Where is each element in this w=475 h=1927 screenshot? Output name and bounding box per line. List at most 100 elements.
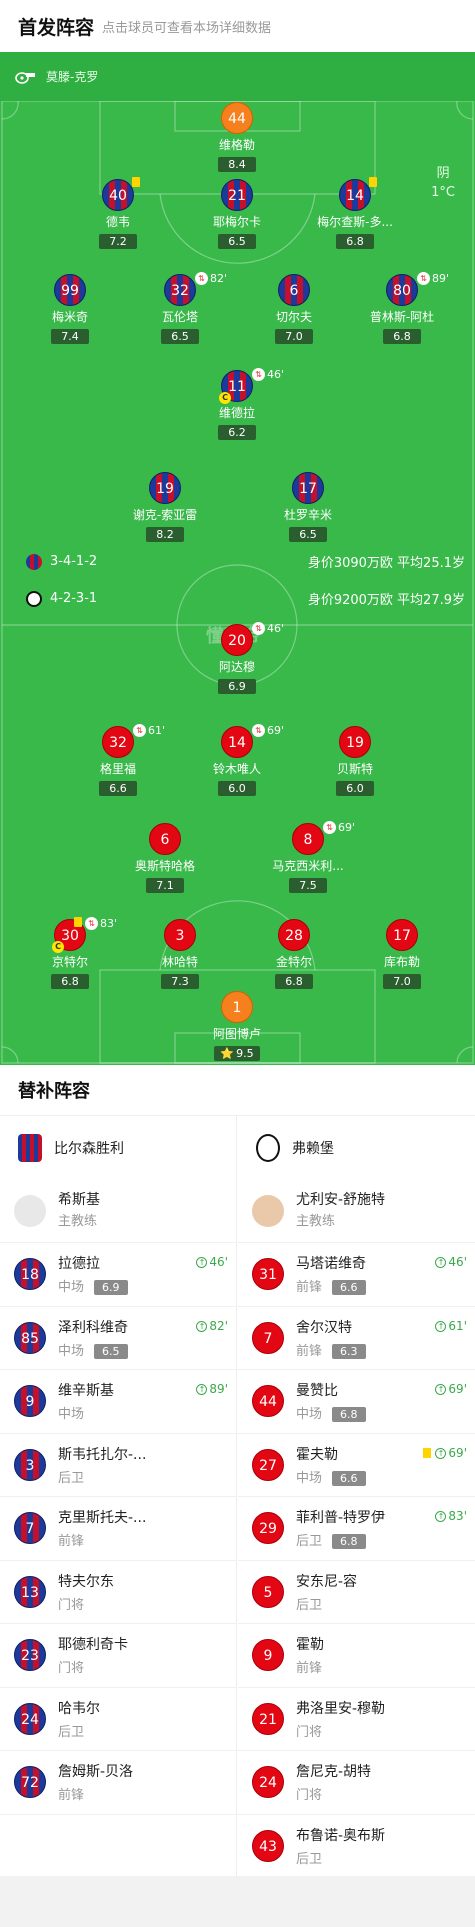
sub-player-rating: 6.9 <box>94 1280 128 1296</box>
shirt-number: 8 <box>292 823 324 855</box>
away-player[interactable]: 20 阿达穆 6.9 ⇅ 46' <box>177 622 297 694</box>
away-player[interactable]: 19 贝斯特 6.0 <box>295 726 415 796</box>
sub-player-name: 维辛斯基 <box>58 1383 114 1400</box>
shirt-number: 24 <box>14 1702 46 1735</box>
sub-out-time: 46' <box>267 622 285 635</box>
weather: 阴 1°C <box>431 164 455 202</box>
away-player[interactable]: 1 阿图博卢 ⭐ 9.5 <box>177 991 297 1061</box>
sub-player-position: 后卫 <box>58 1724 85 1740</box>
sub-player-rating: 6.5 <box>94 1343 128 1359</box>
away-sub-row[interactable]: 5 安东尼-容 后卫 <box>238 1561 475 1624</box>
away-player[interactable]: 28 金特尔 6.8 <box>234 919 354 989</box>
coach-role: 主教练 <box>58 1214 98 1229</box>
home-player[interactable]: 11 维德拉 6.2 ⇅ 46' C <box>177 368 297 440</box>
away-sub-row[interactable]: 21 弗洛里安-穆勒 门将 <box>238 1688 475 1751</box>
home-coach[interactable]: 希斯基 主教练 <box>0 1180 236 1243</box>
shirt-number: 13 <box>14 1575 46 1608</box>
player-rating: 6.5 <box>161 329 199 344</box>
home-player[interactable]: 32 瓦伦塔 6.5 ⇅ 82' <box>120 272 240 344</box>
home-sub-row[interactable]: 72 詹姆斯-贝洛 前锋 <box>0 1751 236 1815</box>
home-player[interactable]: 6 切尔夫 7.0 <box>234 274 354 344</box>
sub-player-name: 霍勒 <box>296 1637 324 1654</box>
home-sub-row[interactable]: 7 克里斯托夫-... 前锋 <box>0 1497 236 1561</box>
player-rating: 7.1 <box>146 878 184 893</box>
shirt-number: 72 <box>14 1766 46 1799</box>
player-name: 梅米奇 <box>51 310 88 324</box>
sub-player-rating: 6.6 <box>332 1470 366 1486</box>
sub-player-position: 前锋 <box>296 1343 323 1359</box>
home-sub-row[interactable]: 24 哈韦尔 后卫 <box>0 1688 236 1751</box>
shirt-number: 21 <box>221 179 253 211</box>
player-rating: 7.0 <box>383 974 421 989</box>
away-coach[interactable]: 尤利安-舒施特 主教练 <box>238 1180 475 1243</box>
sub-player-name: 耶德利奇卡 <box>58 1637 128 1654</box>
away-player[interactable]: 14 铃木唯人 6.0 ⇅ 69' <box>177 724 297 796</box>
coach-name: 尤利安-舒施特 <box>296 1192 386 1208</box>
player-name: 梅尔查斯-多... <box>317 215 393 229</box>
home-player[interactable]: 44 维格勒 8.4 <box>177 102 297 172</box>
away-player[interactable]: 3 林哈特 7.3 <box>120 919 240 989</box>
away-player[interactable]: 32 格里福 6.6 ⇅ 61' <box>58 724 178 796</box>
away-player[interactable]: 30 京特尔 6.8 ⇅ 83' C <box>10 917 130 989</box>
sub-out-icon: ⇅ <box>252 368 265 381</box>
sub-player-position: 后卫 <box>296 1851 323 1867</box>
home-player[interactable]: 99 梅米奇 7.4 <box>10 274 130 344</box>
home-sub-row[interactable]: 85 泽利科维奇 中场 6.5 ↑ 82' <box>0 1307 236 1370</box>
shirt-number: 3 <box>164 919 196 951</box>
home-team-summary: 3-4-1-2 身价3090万欧 平均25.1岁 <box>26 552 465 571</box>
player-name: 瓦伦塔 <box>161 310 198 324</box>
sub-player-name: 弗洛里安-穆勒 <box>296 1700 386 1717</box>
sub-in-time: 83' <box>448 1509 467 1523</box>
home-player[interactable]: 80 普林斯-阿杜 6.8 ⇅ 89' <box>342 272 462 344</box>
away-sub-row[interactable]: 7 舍尔汉特 前锋 6.3 ↑ 61' <box>238 1307 475 1370</box>
shirt-number: 9 <box>252 1639 284 1672</box>
away-sub-row[interactable]: 29 菲利普-特罗伊 后卫 6.8 ↑ 83' <box>238 1497 475 1561</box>
home-player[interactable]: 21 耶梅尔卡 6.5 <box>177 179 297 249</box>
sub-player-name: 克里斯托夫-... <box>58 1510 147 1527</box>
home-sub-row[interactable]: 23 耶德利奇卡 门将 <box>0 1624 236 1688</box>
home-player[interactable]: 17 杜罗辛米 6.5 <box>248 472 368 542</box>
home-sub-row[interactable]: 18 拉德拉 中场 6.9 ↑ 46' <box>0 1243 236 1307</box>
sub-player-name: 马塔诺维奇 <box>296 1256 366 1273</box>
sub-in-icon: ↑ <box>435 1447 447 1459</box>
away-player[interactable]: 17 库布勒 7.0 <box>342 919 462 989</box>
away-formation: 4-2-3-1 <box>50 591 98 606</box>
home-sub-row[interactable]: 3 斯韦托扎尔-... 后卫 <box>0 1434 236 1497</box>
sub-player-rating: 6.8 <box>332 1534 366 1550</box>
away-team-summary: 4-2-3-1 身价9200万欧 平均27.9岁 <box>26 589 465 608</box>
home-player[interactable]: 14 梅尔查斯-多... 6.8 <box>295 177 415 249</box>
away-sub-row[interactable]: 31 马塔诺维奇 前锋 6.6 ↑ 46' <box>238 1243 475 1307</box>
yellow-card-icon <box>423 1447 432 1458</box>
player-name: 铃木唯人 <box>212 762 261 776</box>
player-name: 维德拉 <box>218 406 255 420</box>
sub-player-position: 门将 <box>58 1597 85 1613</box>
player-rating: 7.4 <box>51 329 89 344</box>
sub-player-position: 中场 <box>58 1407 85 1423</box>
shirt-number: 6 <box>149 823 181 855</box>
away-sub-row[interactable]: 27 霍夫勒 中场 6.6 ↑ 69' <box>238 1434 475 1497</box>
away-sub-row[interactable]: 9 霍勒 前锋 <box>238 1624 475 1688</box>
player-rating: 7.3 <box>161 974 199 989</box>
shirt-number: 28 <box>278 919 310 951</box>
sub-in-icon: ↑ <box>435 1257 447 1268</box>
home-player[interactable]: 40 德韦 7.2 <box>58 177 178 249</box>
sub-player-position: 门将 <box>296 1724 323 1740</box>
away-player[interactable]: 6 奥斯特哈格 7.1 <box>105 823 225 893</box>
shirt-number: 27 <box>252 1448 284 1481</box>
shirt-number: 18 <box>14 1258 46 1291</box>
coach-role: 主教练 <box>296 1214 336 1229</box>
shirt-number: 32 <box>164 274 196 306</box>
away-sub-row[interactable]: 44 曼赞比 中场 6.8 ↑ 69' <box>238 1370 475 1434</box>
shirt-number: 21 <box>252 1702 284 1735</box>
home-sub-row[interactable]: 9 维辛斯基 中场 ↑ 89' <box>0 1370 236 1434</box>
home-player[interactable]: 19 谢克-索亚雷 8.2 <box>105 472 225 542</box>
away-sub-row[interactable]: 43 布鲁诺-奥布斯 后卫 <box>238 1815 475 1878</box>
away-player[interactable]: 8 马克西米利... 7.5 ⇅ 69' <box>248 821 368 893</box>
away-sub-row[interactable]: 24 詹尼克-胡特 门将 <box>238 1751 475 1815</box>
sub-out-icon: ⇅ <box>133 724 146 737</box>
player-rating: 6.5 <box>218 234 256 249</box>
player-rating: 7.5 <box>289 878 327 893</box>
player-rating: 6.9 <box>218 679 256 694</box>
player-name: 阿达穆 <box>218 660 255 674</box>
home-sub-row[interactable]: 13 特夫尔东 门将 <box>0 1561 236 1624</box>
